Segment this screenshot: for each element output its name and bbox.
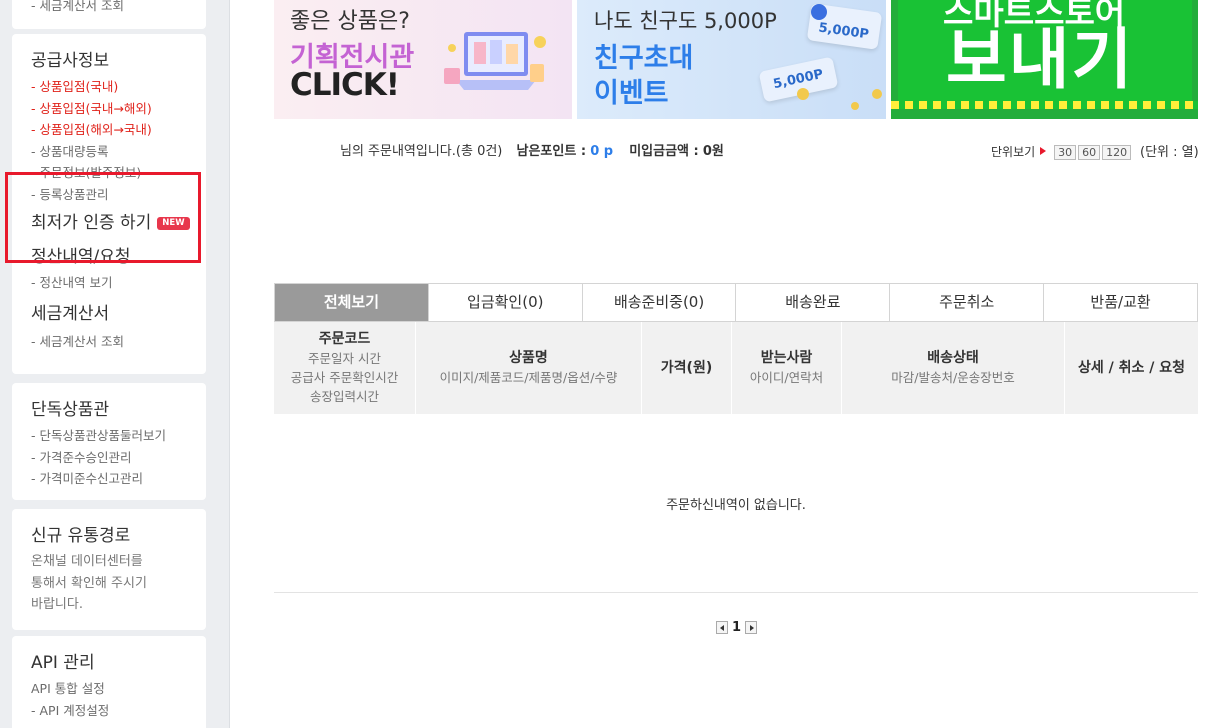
tab-cancelled[interactable]: 주문취소 (890, 284, 1045, 321)
unit-30-button[interactable]: 30 (1054, 145, 1077, 160)
header-main: 가격(원) (660, 359, 713, 376)
banner1-line1: 좋은 상품은? (290, 9, 410, 34)
header-sub: 주문일자 시간 (308, 351, 381, 366)
header-sub: 아이디/연락처 (749, 370, 824, 385)
channel-desc-line: 온채널 데이터센터를 (31, 554, 143, 569)
sidebar-link-entry-overseas-domestic[interactable]: - 상품입점(해외→국내) (31, 119, 206, 141)
sidebar-card-supplier: 공급사정보 - 상품입점(국내) - 상품입점(국내→해외) - 상품입점(해외… (12, 34, 206, 374)
points-value: 0 p (590, 144, 614, 159)
unit-suffix: (단위 : 열) (1140, 145, 1199, 160)
supplier-info-title[interactable]: 공급사정보 (31, 50, 206, 72)
lowest-price-cert-link[interactable]: 최저가 인증 하기 NEW (31, 212, 206, 234)
current-page-number[interactable]: 1 (732, 620, 741, 635)
channel-title[interactable]: 신규 유통경로 (31, 525, 206, 547)
laptop-shopping-icon (444, 32, 546, 90)
next-page-icon[interactable] (745, 621, 758, 634)
tab-delivered[interactable]: 배송완료 (736, 284, 891, 321)
banner-friend-invite[interactable]: 나도 친구도 5,000P 친구초대 이벤트 5,000P 5,000P (577, 0, 886, 119)
channel-desc-line: 바랍니다. (31, 597, 83, 612)
header-sub: 공급사 주문확인시간 (290, 370, 399, 385)
header-sub: 송장입력시간 (309, 389, 379, 404)
header-main: 상세 / 취소 / 요청 (1077, 359, 1185, 376)
sidebar-link-order-info[interactable]: - 주문정보(발주정보) (31, 162, 206, 184)
header-order-code: 주문코드 주문일자 시간 공급사 주문확인시간 송장입력시간 (274, 322, 416, 414)
header-sub: 마감/발송처/운송장번호 (891, 370, 1015, 385)
tab-return-exchange[interactable]: 반품/교환 (1044, 284, 1197, 321)
sidebar-link-tax-view[interactable]: - 세금계산서 조회 (31, 331, 206, 353)
banner2-line1: 나도 친구도 5,000P (594, 9, 777, 33)
order-status-tabs: 전체보기 입금확인(0) 배송준비중(0) 배송완료 주문취소 반품/교환 (274, 283, 1198, 322)
header-delivery-status: 배송상태 마감/발송처/운송장번호 (842, 322, 1065, 414)
banner3-line2: 보내기 (946, 21, 1135, 98)
order-summary: 님의 주문내역입니다.(총 0건) 남은포인트 : 0 p 미입금금액 : 0원 (340, 140, 724, 159)
unit-label: 단위보기 (991, 145, 1036, 159)
banner2-line3: 이벤트 (594, 78, 669, 109)
header-product-name: 상품명 이미지/제품코드/제품명/옵션/수량 (416, 322, 642, 414)
header-sub: 이미지/제품코드/제품명/옵션/수량 (439, 370, 618, 385)
coins-icon (797, 4, 882, 110)
table-bottom-divider (274, 592, 1198, 593)
sidebar-link-api-settings[interactable]: API 통합 설정 (31, 678, 206, 700)
sidebar-link-entry-domestic-overseas[interactable]: - 상품입점(국내→해외) (31, 98, 206, 120)
sidebar: - 세금계산서 조회 공급사정보 - 상품입점(국내) - 상품입점(국내→해외… (0, 0, 230, 728)
sidebar-link-price-report[interactable]: - 가격미준수신고관리 (31, 468, 206, 490)
sidebar-link-api-account[interactable]: - API 계정설정 (31, 700, 206, 722)
prev-page-icon[interactable] (716, 621, 728, 634)
header-price: 가격(원) (642, 322, 732, 414)
banner-exhibition[interactable]: 좋은 상품은? 기획전시관 CLICK! (274, 0, 572, 119)
banner-smartstore[interactable]: 스마트스토어 보내기 (891, 0, 1198, 119)
header-main: 배송상태 (927, 350, 979, 366)
order-table-header: 주문코드 주문일자 시간 공급사 주문확인시간 송장입력시간 상품명 이미지/제… (274, 322, 1198, 414)
new-badge: NEW (157, 217, 190, 230)
sidebar-link-settlement-view[interactable]: - 정산내역 보기 (31, 272, 206, 294)
header-recipient: 받는사람 아이디/연락처 (732, 322, 842, 414)
api-title[interactable]: API 관리 (31, 652, 206, 674)
unit-view: 단위보기 30 60 120 (단위 : 열) (991, 141, 1199, 160)
points-label: 남은포인트 : (516, 144, 587, 159)
unit-120-button[interactable]: 120 (1102, 145, 1132, 160)
sidebar-card-exclusive: 단독상품관 - 단독상품관상품둘러보기 - 가격준수승인관리 - 가격미준수신고… (12, 383, 206, 500)
banner2-line2: 친구초대 (594, 43, 694, 74)
sidebar-card-tax-top: - 세금계산서 조회 (12, 0, 206, 29)
banner3-stripe (891, 101, 1198, 109)
header-main: 주문코드 (318, 331, 371, 347)
sidebar-link-entry-domestic[interactable]: - 상품입점(국내) (31, 76, 206, 98)
lowest-price-cert-label: 최저가 인증 하기 (31, 213, 152, 233)
unpaid-label: 미입금금액 : (629, 144, 699, 159)
sidebar-link-tax-view-top[interactable]: - 세금계산서 조회 (31, 0, 206, 16)
header-main: 받는사람 (760, 350, 813, 366)
sidebar-link-bulk-register[interactable]: - 상품대량등록 (31, 141, 206, 163)
header-main: 상품명 (509, 350, 548, 366)
header-detail-cancel-request: 상세 / 취소 / 요청 (1065, 322, 1198, 414)
sidebar-card-channel: 신규 유통경로 온채널 데이터센터를 통해서 확인해 주시기 바랍니다. (12, 509, 206, 630)
tab-payment-confirmed[interactable]: 입금확인(0) (428, 284, 583, 321)
settlement-title[interactable]: 정산내역/요청 (31, 246, 206, 268)
tab-preparing[interactable]: 배송준비중(0) (582, 284, 737, 321)
exclusive-title[interactable]: 단독상품관 (31, 399, 206, 421)
tab-all[interactable]: 전체보기 (275, 284, 429, 321)
channel-desc-line: 통해서 확인해 주시기 (31, 575, 147, 591)
order-count-text: 님의 주문내역입니다.(총 0건) (340, 144, 503, 159)
unpaid-value: 0원 (702, 144, 724, 159)
sidebar-card-api: API 관리 API 통합 설정 - API 계정설정 (12, 636, 206, 728)
tax-invoice-title[interactable]: 세금계산서 (31, 303, 206, 325)
sidebar-link-price-approve[interactable]: - 가격준수승인관리 (31, 447, 206, 469)
pagination: 1 (716, 620, 758, 635)
banner1-line3: CLICK! (290, 67, 400, 103)
sidebar-link-exclusive-browse[interactable]: - 단독상품관상품둘러보기 (31, 425, 206, 447)
empty-orders-message: 주문하신내역이 없습니다. (666, 498, 806, 513)
triangle-right-icon (1040, 147, 1047, 155)
unit-60-button[interactable]: 60 (1078, 145, 1101, 160)
sidebar-link-product-manage[interactable]: - 등록상품관리 (31, 184, 206, 206)
